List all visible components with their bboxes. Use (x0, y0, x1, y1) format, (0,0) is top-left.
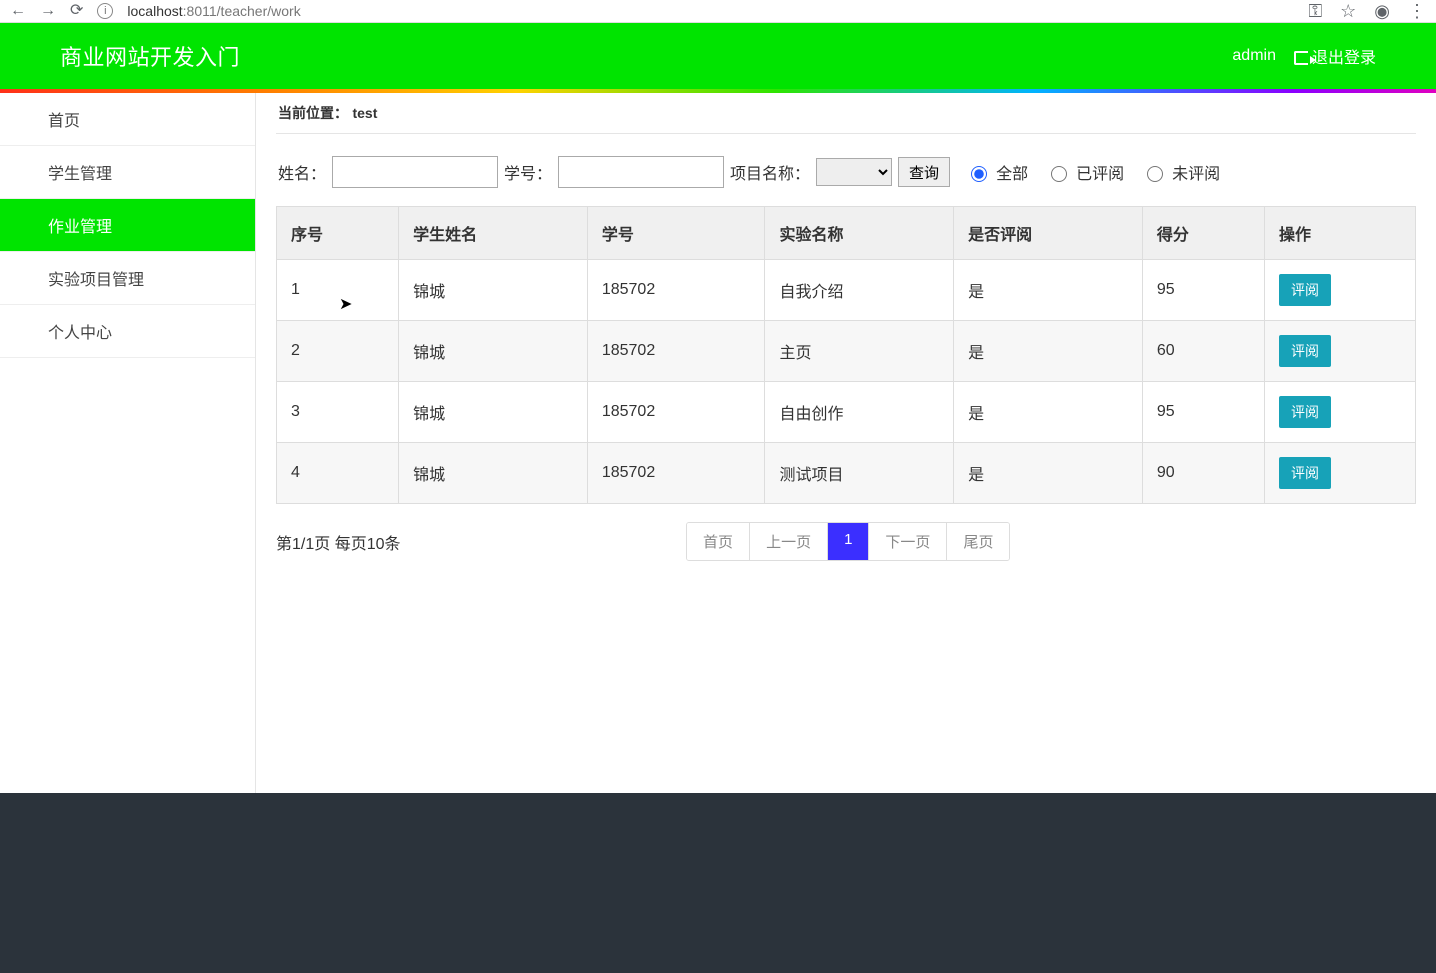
th-op: 操作 (1264, 207, 1415, 260)
sid-label: 学号： (504, 160, 552, 184)
review-button[interactable]: 评阅 (1279, 396, 1331, 428)
cell-seq: 2 (277, 321, 399, 382)
cell-rev: 是 (954, 260, 1143, 321)
menu-icon[interactable]: ⋮ (1408, 1, 1426, 22)
logout-link[interactable]: 退出登录 (1294, 44, 1376, 68)
name-input[interactable] (332, 156, 498, 188)
th-exp: 实验名称 (765, 207, 954, 260)
breadcrumb-value: test (352, 105, 377, 121)
page-next[interactable]: 下一页 (869, 523, 947, 560)
main-layout: 首页 学生管理 作业管理 实验项目管理 个人中心 当前位置： test 姓名： … (0, 93, 1436, 793)
back-icon[interactable]: ← (10, 3, 26, 19)
name-label: 姓名： (278, 160, 326, 184)
review-button[interactable]: 评阅 (1279, 274, 1331, 306)
cell-sid: 185702 (587, 443, 765, 504)
page-footer (0, 793, 1436, 973)
cell-rev: 是 (954, 382, 1143, 443)
brand-title: 商业网站开发入门 (60, 40, 240, 72)
browser-chrome: ← → ⟳ i localhost:8011/teacher/work ⚿ ☆ … (0, 0, 1436, 22)
search-button[interactable]: 查询 (898, 157, 950, 187)
review-button[interactable]: 评阅 (1279, 457, 1331, 489)
radio-unreviewed-label: 未评阅 (1172, 160, 1220, 184)
radio-unreviewed[interactable]: 未评阅 (1142, 160, 1220, 184)
th-name: 学生姓名 (399, 207, 588, 260)
url-rest: :8011/teacher/work (183, 3, 301, 19)
project-select[interactable] (816, 158, 892, 186)
th-rev: 是否评阅 (954, 207, 1143, 260)
radio-all-label: 全部 (996, 160, 1028, 184)
table-row: 3 锦城 185702 自由创作 是 95 评阅 (277, 382, 1416, 443)
cell-sid: 185702 (587, 382, 765, 443)
sidebar-item-home[interactable]: 首页 (0, 93, 255, 146)
site-info-icon[interactable]: i (97, 3, 113, 19)
app-header: 商业网站开发入门 admin 退出登录 (0, 23, 1436, 89)
table-row: 4 锦城 185702 测试项目 是 90 评阅 (277, 443, 1416, 504)
cell-seq: 1 (277, 260, 399, 321)
cell-name: 锦城 (399, 260, 588, 321)
review-button[interactable]: 评阅 (1279, 335, 1331, 367)
logout-label: 退出登录 (1312, 50, 1376, 67)
key-icon[interactable]: ⚿ (1308, 1, 1322, 22)
sidebar-item-students[interactable]: 学生管理 (0, 146, 255, 199)
logout-icon (1294, 51, 1308, 65)
page-current[interactable]: 1 (828, 523, 869, 560)
pager: 首页 上一页 1 下一页 尾页 (686, 522, 1010, 561)
bookmark-icon[interactable]: ☆ (1340, 1, 1356, 22)
homework-table: 序号 学生姓名 学号 实验名称 是否评阅 得分 操作 1 锦城 185702 自… (276, 206, 1416, 504)
radio-unreviewed-input[interactable] (1147, 166, 1163, 182)
forward-icon[interactable]: → (40, 3, 56, 19)
address-bar[interactable]: localhost:8011/teacher/work (127, 3, 300, 19)
username-link[interactable]: admin (1232, 47, 1276, 65)
filter-radio-group: 全部 已评阅 未评阅 (966, 160, 1220, 184)
project-label: 项目名称： (730, 160, 810, 184)
cell-rev: 是 (954, 443, 1143, 504)
th-seq: 序号 (277, 207, 399, 260)
radio-reviewed[interactable]: 已评阅 (1046, 160, 1124, 184)
sid-input[interactable] (558, 156, 724, 188)
url-host: localhost (127, 3, 182, 19)
sidebar: 首页 学生管理 作业管理 实验项目管理 个人中心 (0, 93, 256, 793)
cell-score: 60 (1142, 321, 1264, 382)
reload-icon[interactable]: ⟳ (70, 3, 83, 19)
cell-seq: 3 (277, 382, 399, 443)
radio-all-input[interactable] (971, 166, 987, 182)
breadcrumb-label: 当前位置： (278, 105, 348, 121)
th-score: 得分 (1142, 207, 1264, 260)
radio-reviewed-input[interactable] (1051, 166, 1067, 182)
radio-reviewed-label: 已评阅 (1076, 160, 1124, 184)
cell-sid: 185702 (587, 260, 765, 321)
sidebar-item-projects[interactable]: 实验项目管理 (0, 252, 255, 305)
page-info: 第1/1页 每页10条 (276, 530, 401, 554)
th-sid: 学号 (587, 207, 765, 260)
pagination-row: 第1/1页 每页10条 首页 上一页 1 下一页 尾页 (276, 522, 1416, 561)
cell-exp: 自我介绍 (765, 260, 954, 321)
sidebar-item-homework[interactable]: 作业管理 (0, 199, 255, 252)
cell-name: 锦城 (399, 443, 588, 504)
cell-exp: 测试项目 (765, 443, 954, 504)
radio-all[interactable]: 全部 (966, 160, 1028, 184)
table-row: 2 锦城 185702 主页 是 60 评阅 (277, 321, 1416, 382)
page-first[interactable]: 首页 (687, 523, 750, 560)
cell-rev: 是 (954, 321, 1143, 382)
cell-seq: 4 (277, 443, 399, 504)
cell-score: 95 (1142, 260, 1264, 321)
table-header-row: 序号 学生姓名 学号 实验名称 是否评阅 得分 操作 (277, 207, 1416, 260)
breadcrumb: 当前位置： test (276, 93, 1416, 134)
page-prev[interactable]: 上一页 (750, 523, 828, 560)
page-last[interactable]: 尾页 (947, 523, 1009, 560)
content-area: 当前位置： test 姓名： 学号： 项目名称： 查询 全部 已评阅 (256, 93, 1436, 793)
filter-row: 姓名： 学号： 项目名称： 查询 全部 已评阅 未评阅 (276, 134, 1416, 206)
cell-score: 95 (1142, 382, 1264, 443)
account-icon[interactable]: ◉ (1374, 1, 1390, 22)
sidebar-item-profile[interactable]: 个人中心 (0, 305, 255, 358)
cell-exp: 自由创作 (765, 382, 954, 443)
cell-exp: 主页 (765, 321, 954, 382)
cell-sid: 185702 (587, 321, 765, 382)
cell-score: 90 (1142, 443, 1264, 504)
cell-name: 锦城 (399, 382, 588, 443)
cell-name: 锦城 (399, 321, 588, 382)
table-row: 1 锦城 185702 自我介绍 是 95 评阅 (277, 260, 1416, 321)
